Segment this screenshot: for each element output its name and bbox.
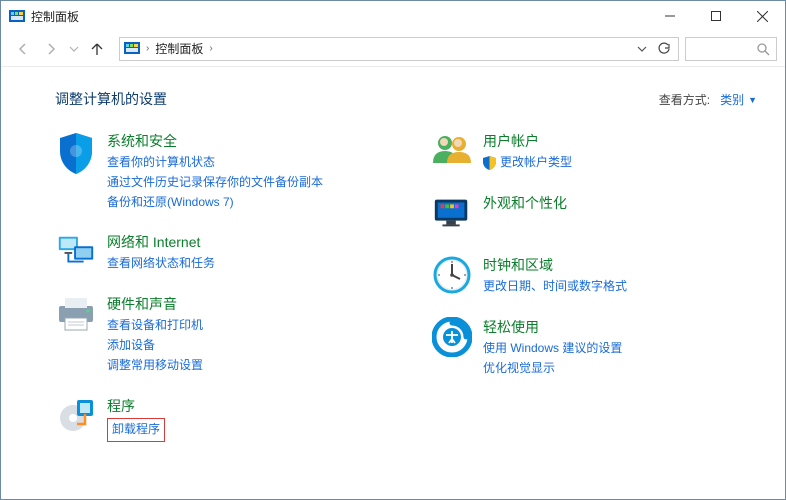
view-by-label: 查看方式: (659, 91, 710, 108)
minimize-button[interactable] (647, 1, 693, 31)
category-title[interactable]: 外观和个性化 (483, 193, 567, 213)
breadcrumb-separator[interactable]: › (146, 43, 149, 54)
users-icon (431, 131, 473, 173)
search-icon (756, 42, 770, 56)
display-icon (431, 193, 473, 235)
title-bar: 控制面板 (1, 1, 785, 31)
category-link[interactable]: 查看网络状态和任务 (107, 254, 215, 274)
category-column-left: 系统和安全 查看你的计算机状态 通过文件历史记录保存你的文件备份副本 备份和还原… (55, 131, 381, 462)
network-icon (55, 232, 97, 274)
up-button[interactable] (85, 37, 109, 61)
refresh-button[interactable] (652, 37, 676, 61)
category-ease-of-access: 轻松使用 使用 Windows 建议的设置 优化视觉显示 (431, 317, 757, 379)
category-title[interactable]: 用户帐户 (483, 131, 572, 151)
page-title: 调整计算机的设置 (55, 89, 167, 109)
clock-icon (431, 255, 473, 297)
category-appearance: 外观和个性化 (431, 193, 757, 235)
category-link[interactable]: 备份和还原(Windows 7) (107, 193, 323, 213)
category-link[interactable]: 更改日期、时间或数字格式 (483, 277, 627, 297)
category-link[interactable]: 调整常用移动设置 (107, 356, 203, 376)
category-link[interactable]: 使用 Windows 建议的设置 (483, 339, 622, 359)
header-row: 调整计算机的设置 查看方式: 类别 ▼ (55, 89, 757, 109)
content-area: 调整计算机的设置 查看方式: 类别 ▼ 系统和安全 查看你的计算机状态 通过文件… (1, 67, 785, 462)
chevron-down-icon: ▼ (748, 95, 757, 105)
category-title[interactable]: 网络和 Internet (107, 232, 215, 252)
view-by-value: 类别 (720, 91, 744, 108)
breadcrumb-root[interactable]: 控制面板 (151, 40, 207, 57)
highlighted-link: 卸载程序 (107, 418, 165, 442)
category-programs: 程序 卸载程序 (55, 396, 381, 442)
forward-button[interactable] (39, 37, 63, 61)
category-link-uninstall[interactable]: 卸载程序 (112, 422, 160, 436)
category-link[interactable]: 通过文件历史记录保存你的文件备份副本 (107, 173, 323, 193)
category-title[interactable]: 轻松使用 (483, 317, 622, 337)
back-button[interactable] (11, 37, 35, 61)
category-link[interactable]: 查看你的计算机状态 (107, 153, 323, 173)
programs-icon (55, 396, 97, 438)
category-system-security: 系统和安全 查看你的计算机状态 通过文件历史记录保存你的文件备份副本 备份和还原… (55, 131, 381, 212)
view-by-dropdown[interactable]: 类别 ▼ (720, 91, 757, 108)
category-link[interactable]: 添加设备 (107, 336, 203, 356)
shield-icon (55, 131, 97, 173)
category-link[interactable]: 更改帐户类型 (500, 153, 572, 173)
address-bar[interactable]: › 控制面板 › (119, 37, 679, 61)
breadcrumb-separator[interactable]: › (209, 43, 212, 54)
category-network-internet: 网络和 Internet 查看网络状态和任务 (55, 232, 381, 274)
window-controls (647, 1, 785, 31)
category-user-accounts: 用户帐户 更改帐户类型 (431, 131, 757, 173)
category-title[interactable]: 程序 (107, 396, 165, 416)
maximize-button[interactable] (693, 1, 739, 31)
nav-bar: › 控制面板 › (1, 31, 785, 67)
ease-of-access-icon (431, 317, 473, 359)
address-history-dropdown[interactable] (632, 44, 652, 54)
category-hardware-sound: 硬件和声音 查看设备和打印机 添加设备 调整常用移动设置 (55, 294, 381, 375)
category-clock-region: 时钟和区域 更改日期、时间或数字格式 (431, 255, 757, 297)
category-link[interactable]: 查看设备和打印机 (107, 316, 203, 336)
close-button[interactable] (739, 1, 785, 31)
printer-icon (55, 294, 97, 336)
category-title[interactable]: 时钟和区域 (483, 255, 627, 275)
category-title[interactable]: 硬件和声音 (107, 294, 203, 314)
search-input[interactable] (685, 37, 777, 61)
address-bar-icon (124, 42, 140, 56)
window-title: 控制面板 (31, 8, 79, 25)
uac-shield-icon (483, 156, 496, 170)
category-column-right: 用户帐户 更改帐户类型 外观和个性化 (431, 131, 757, 462)
app-icon (9, 9, 25, 23)
category-link[interactable]: 优化视觉显示 (483, 359, 622, 379)
category-title[interactable]: 系统和安全 (107, 131, 323, 151)
recent-dropdown[interactable] (67, 37, 81, 61)
